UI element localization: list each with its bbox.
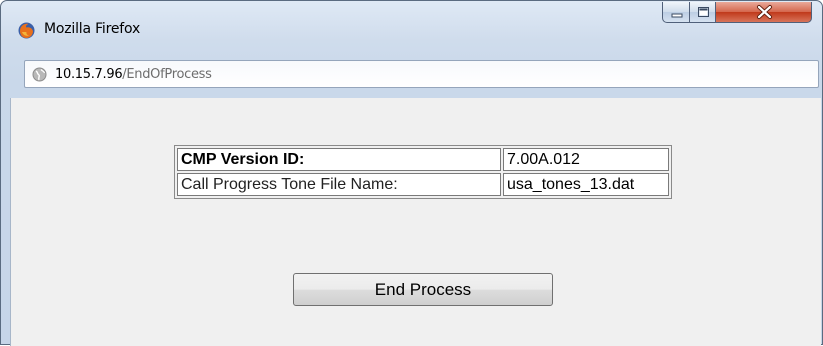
maximize-button[interactable] (689, 2, 716, 23)
table-row: CMP Version ID: 7.00A.012 (177, 148, 669, 171)
table-cell-value: usa_tones_13.dat (503, 173, 669, 196)
title-bar: Mozilla Firefox (1, 1, 822, 51)
minimize-icon (671, 13, 683, 18)
version-info-table: CMP Version ID: 7.00A.012 Call Progress … (174, 145, 672, 199)
table-row: Call Progress Tone File Name: usa_tones_… (177, 173, 669, 196)
maximize-icon (698, 7, 709, 17)
table-cell-value: 7.00A.012 (503, 148, 669, 171)
url-host: 10.15.7.96 (55, 67, 123, 82)
table-cell-label: Call Progress Tone File Name: (177, 173, 501, 196)
end-process-button[interactable]: End Process (293, 273, 553, 306)
page-content: CMP Version ID: 7.00A.012 Call Progress … (10, 98, 821, 346)
browser-window: Mozilla Firefox 10.15.7.96/EndOfProcess … (0, 0, 823, 346)
minimize-button[interactable] (662, 2, 690, 23)
address-bar[interactable]: 10.15.7.96/EndOfProcess (24, 60, 819, 88)
url-text: 10.15.7.96/EndOfProcess (55, 67, 212, 82)
window-controls (662, 2, 812, 24)
globe-icon (32, 67, 47, 82)
window-title: Mozilla Firefox (44, 21, 141, 37)
url-path: /EndOfProcess (122, 67, 212, 82)
close-icon (757, 5, 772, 19)
close-button[interactable] (715, 2, 812, 23)
firefox-icon (18, 22, 35, 39)
table-cell-label: CMP Version ID: (177, 148, 501, 171)
